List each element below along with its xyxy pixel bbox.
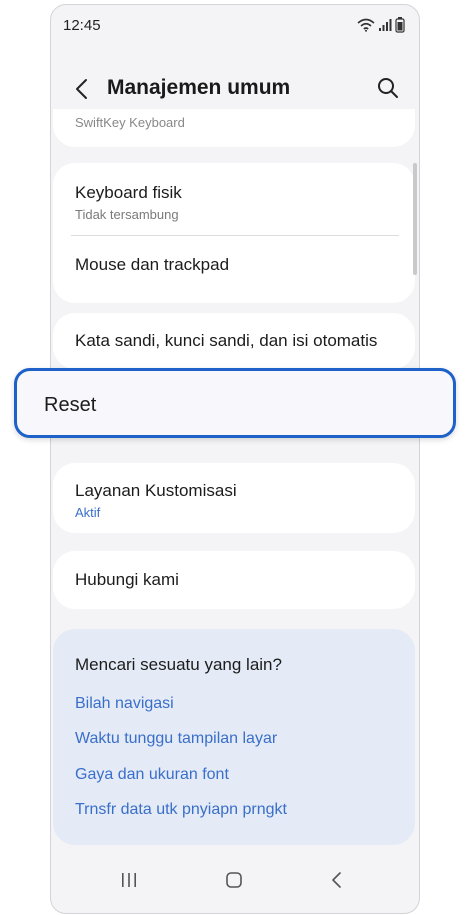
navigation-bar — [51, 853, 419, 913]
list-item-subtitle: Tidak tersambung — [75, 207, 179, 222]
chevron-left-icon[interactable] — [69, 75, 97, 103]
suggestion-panel: Mencari sesuatu yang lain? Bilah navigas… — [53, 629, 415, 845]
list-item-label: SwiftKey Keyboard — [75, 115, 185, 130]
list-item-mouse-trackpad[interactable]: Mouse dan trackpad — [53, 236, 415, 303]
suggestion-link-gaya-font[interactable]: Gaya dan ukuran font — [75, 766, 229, 784]
status-icons — [357, 17, 405, 33]
home-icon[interactable] — [223, 869, 245, 891]
suggestion-link-waktu-tunggu[interactable]: Waktu tunggu tampilan layar — [75, 730, 277, 748]
list-item-title: Hubungi kami — [75, 570, 179, 589]
settings-group-input: Keyboard fisik Tidak tersambung Mouse da… — [53, 163, 415, 303]
list-item-title: Reset — [44, 394, 97, 416]
list-item-title: Layanan Kustomisasi — [75, 481, 237, 500]
scrollbar[interactable] — [413, 163, 417, 275]
nav-back-icon[interactable] — [327, 869, 347, 891]
list-item-kata-sandi[interactable]: Kata sandi, kunci sandi, dan isi otomati… — [53, 313, 415, 369]
phone-screen: 12:45 Manajemen umum SwiftKey Keyboard K… — [50, 4, 420, 914]
status-time: 12:45 — [63, 17, 101, 34]
list-item-keyboard-fisik[interactable]: Keyboard fisik Tidak tersambung — [53, 163, 415, 233]
list-item-title: Keyboard fisik — [75, 183, 182, 202]
list-item-hubungi-kami[interactable]: Hubungi kami — [53, 551, 415, 609]
suggestion-link-transfer-data[interactable]: Trnsfr data utk pnyiapn prngkt — [75, 801, 287, 819]
search-icon[interactable] — [375, 75, 401, 101]
app-header: Manajemen umum — [51, 65, 419, 115]
list-item-swiftkey[interactable]: SwiftKey Keyboard — [53, 109, 415, 147]
suggestion-heading: Mencari sesuatu yang lain? — [75, 655, 282, 674]
status-bar: 12:45 — [51, 5, 419, 45]
battery-icon — [395, 17, 405, 33]
list-item-title: Mouse dan trackpad — [75, 255, 230, 274]
recents-icon[interactable] — [119, 869, 139, 891]
list-item-layanan-kustomisasi[interactable]: Layanan Kustomisasi Aktif — [53, 463, 415, 533]
list-item-title: Kata sandi, kunci sandi, dan isi otomati… — [75, 331, 378, 350]
status-badge: Aktif — [75, 505, 101, 520]
page-title: Manajemen umum — [107, 76, 291, 99]
suggestion-link-bilah-navigasi[interactable]: Bilah navigasi — [75, 695, 174, 713]
wifi-icon — [357, 18, 375, 32]
signal-icon — [379, 19, 392, 31]
list-item-reset[interactable]: Reset — [14, 368, 456, 438]
